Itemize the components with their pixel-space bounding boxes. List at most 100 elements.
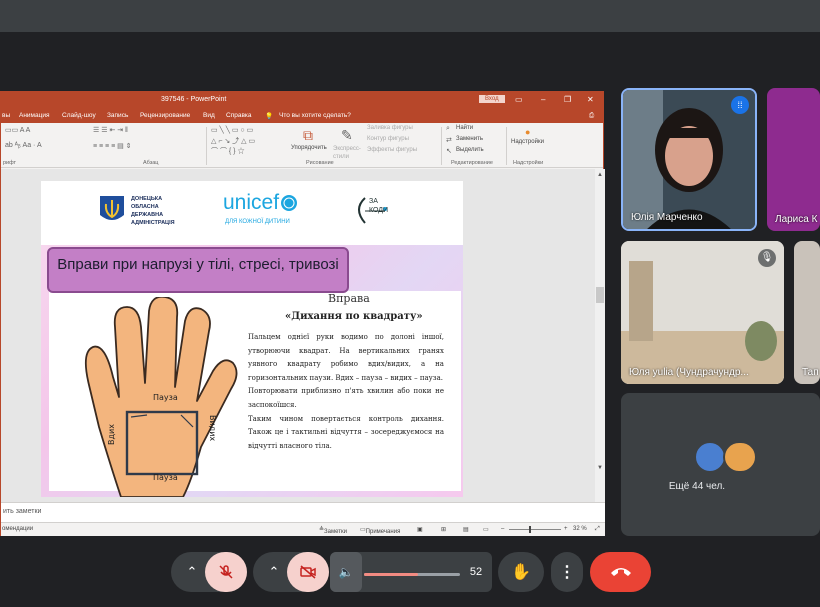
select-button[interactable]: Выделить [456, 147, 484, 153]
ppt-status-bar: омендации ≜ Заметки ▭ Примечания ▣ ⊞ ▤ ▭… [1, 522, 605, 536]
select-icon: ↖ [446, 148, 452, 155]
menu-item-record[interactable]: Запись [107, 112, 128, 119]
participant-tile-3[interactable]: 🎙 Юля yulia (Чундрачундр... [621, 241, 784, 384]
camera-options-chevron-icon[interactable]: ⌃ [259, 552, 289, 592]
close-icon[interactable]: ✕ [587, 95, 594, 104]
camera-off-icon [300, 565, 316, 579]
restore-icon[interactable]: ❐ [564, 95, 571, 104]
volume-value: 52 [469, 566, 483, 578]
slide-sorter-icon[interactable]: ⊞ [441, 526, 446, 533]
slide-header: ДОНЕЦЬКА ОБЛАСНА ДЕРЖАВНА АДМІНІСТРАЦІЯ … [41, 181, 463, 245]
shape-effects-button[interactable]: Эффекты фигуры [367, 147, 417, 153]
current-slide: ДОНЕЦЬКА ОБЛАСНА ДЕРЖАВНА АДМІНІСТРАЦІЯ … [41, 181, 463, 497]
menu-item-help[interactable]: Справка [226, 112, 252, 119]
camera-off-button[interactable] [287, 552, 329, 592]
shapes-gallery-row2[interactable]: △ ⌐ ↘ ⤴ △ ▭ [211, 136, 255, 146]
unicef-logo-text: unicef [223, 191, 280, 214]
notes-placeholder[interactable]: ить заметки [3, 508, 41, 515]
description-p1: Пальцем однієї руки водимо по долоні інш… [248, 333, 444, 382]
raise-hand-button[interactable]: ✋ [498, 552, 544, 592]
participant-name-1: Юлія Марченко [631, 212, 703, 223]
lightbulb-icon: 💡 [265, 113, 274, 120]
replace-button[interactable]: Заменить [456, 136, 483, 142]
participant-name-2: Лариса К [775, 214, 818, 225]
mic-options-chevron-icon[interactable]: ⌃ [177, 552, 207, 592]
share-icon[interactable]: ⎙ [589, 112, 594, 120]
raise-hand-icon: ✋ [511, 564, 531, 581]
mic-control-group: ⌃ [171, 552, 247, 592]
vertical-scrollbar[interactable]: ▲ ▼ [595, 169, 605, 502]
exercise-name: «Дихання по квадрату» [285, 311, 423, 322]
menu-item-view2[interactable]: Вид [203, 112, 215, 119]
slideshow-icon[interactable]: ▭ [483, 526, 489, 533]
font-size-box-icon[interactable]: ▭▭ A A [5, 126, 30, 134]
more-participants-label: Ещё 44 чел. [668, 481, 726, 492]
more-participants-tile[interactable]: Ещё 44 чел. [621, 393, 820, 536]
hand-label-bottom: Пауза [153, 473, 178, 482]
volume-slider-fill[interactable] [364, 573, 418, 576]
fit-slide-icon[interactable]: ⤢ [595, 526, 600, 533]
normal-view-icon[interactable]: ▣ [417, 526, 423, 533]
end-call-button[interactable] [590, 552, 651, 592]
camera-control-group: ⌃ [253, 552, 329, 592]
menu-item-review[interactable]: Рецензирование [140, 112, 190, 119]
zoom-in-icon[interactable]: + [564, 526, 568, 532]
participant-name-4: Тап [802, 367, 819, 378]
shapes-gallery-row3[interactable]: ⌒ ⌒ { } ☆ [211, 146, 244, 156]
quick-styles-label[interactable]: Экспресс-стили [333, 145, 363, 161]
ppt-login-button[interactable]: Вход [479, 95, 505, 103]
scroll-up-icon[interactable]: ▲ [597, 172, 603, 178]
menu-item-animation[interactable]: Анимация [19, 112, 50, 119]
list-icons[interactable]: ☰ ☰ ⇤ ⇥ ‖ [93, 126, 128, 134]
participant-tile-4[interactable]: Тап [794, 241, 820, 384]
menu-item-slideshow[interactable]: Слайд-шоу [62, 112, 96, 119]
zoom-slider-thumb[interactable] [529, 526, 531, 533]
shape-fill-button[interactable]: Заливка фигуры [367, 125, 413, 131]
mic-off-icon: 🎙 [758, 249, 776, 267]
mic-muted-button[interactable] [205, 552, 247, 592]
shape-outline-button[interactable]: Контур фигуры [367, 136, 409, 142]
addins-icon: ● [525, 127, 531, 137]
ppt-ribbon: ▭▭ A A ab ᴬᵦ Aa · A ☰ ☰ ⇤ ⇥ ‖ ≡ ≡ ≡ ≡ ▤ … [1, 123, 603, 168]
comments-toggle-label: Примечания [365, 529, 401, 535]
font-format-icons[interactable]: ab ᴬᵦ Aa · A [5, 142, 42, 149]
description-p3: Таким чином повертається контроль диханн… [248, 414, 444, 450]
avatar [723, 441, 757, 473]
avatar [694, 441, 726, 473]
minimize-icon[interactable]: – [541, 95, 545, 104]
scroll-down-icon[interactable]: ▼ [597, 465, 603, 471]
menu-item-view[interactable]: вы [2, 112, 10, 119]
group-addins-label: Надстройки [513, 160, 544, 166]
participant-tile-2[interactable]: Лариса К [767, 88, 820, 231]
ribbon-display-icon[interactable]: ▭ [515, 95, 523, 104]
exercise-description: Пальцем однієї руки водимо по долоні інш… [248, 331, 444, 453]
unicef-subtitle: ДЛЯ КОЖНОЇ ДИТИНИ [225, 219, 290, 225]
quick-styles-icon[interactable]: ✎ [341, 127, 353, 144]
align-icons[interactable]: ≡ ≡ ≡ ≡ ▤ ⇕ [93, 142, 132, 150]
group-drawing-label: Рисование [306, 160, 334, 166]
speaker-icon[interactable]: 🔈 [330, 552, 362, 592]
more-options-button[interactable]: ⋮ [551, 552, 583, 592]
arrange-icon[interactable]: ⧉ [303, 127, 313, 144]
scrollbar-thumb[interactable] [596, 287, 604, 303]
ppt-title-bar: 397546 - PowerPoint Вход ▭ – ❐ ✕ [1, 92, 603, 109]
hand-label-top: Пауза [153, 393, 178, 402]
shared-screen-powerpoint: 397546 - PowerPoint Вход ▭ – ❐ ✕ вы Аним… [0, 91, 605, 536]
addins-button[interactable]: Надстройки [511, 139, 544, 145]
tell-me-search[interactable]: Что вы хотите сделать? [279, 112, 351, 119]
shapes-gallery-icon[interactable]: ▭ ╲ ╲ ▭ ○ ▭ [211, 126, 253, 134]
arrange-label[interactable]: Упорядочить [291, 145, 327, 151]
meeting-top-bar [0, 0, 820, 32]
zoom-slider[interactable] [509, 529, 561, 530]
comments-toggle-button[interactable]: ▭ Примечания [360, 526, 400, 535]
more-vert-icon: ⋮ [559, 564, 575, 581]
group-paragraph-label: Абзац [143, 160, 159, 166]
participant-name-3: Юля yulia (Чундрачундр... [629, 367, 749, 378]
speaking-indicator-icon: ⁞⁞ [731, 96, 749, 114]
find-button[interactable]: Найти [456, 125, 473, 131]
notes-pane[interactable]: ить заметки [1, 502, 605, 522]
participant-tile-1[interactable]: ⁞⁞ Юлія Марченко [621, 88, 757, 231]
reading-view-icon[interactable]: ▤ [463, 526, 469, 533]
notes-toggle-button[interactable]: ≜ Заметки [319, 526, 347, 535]
zoom-out-icon[interactable]: – [501, 526, 504, 532]
